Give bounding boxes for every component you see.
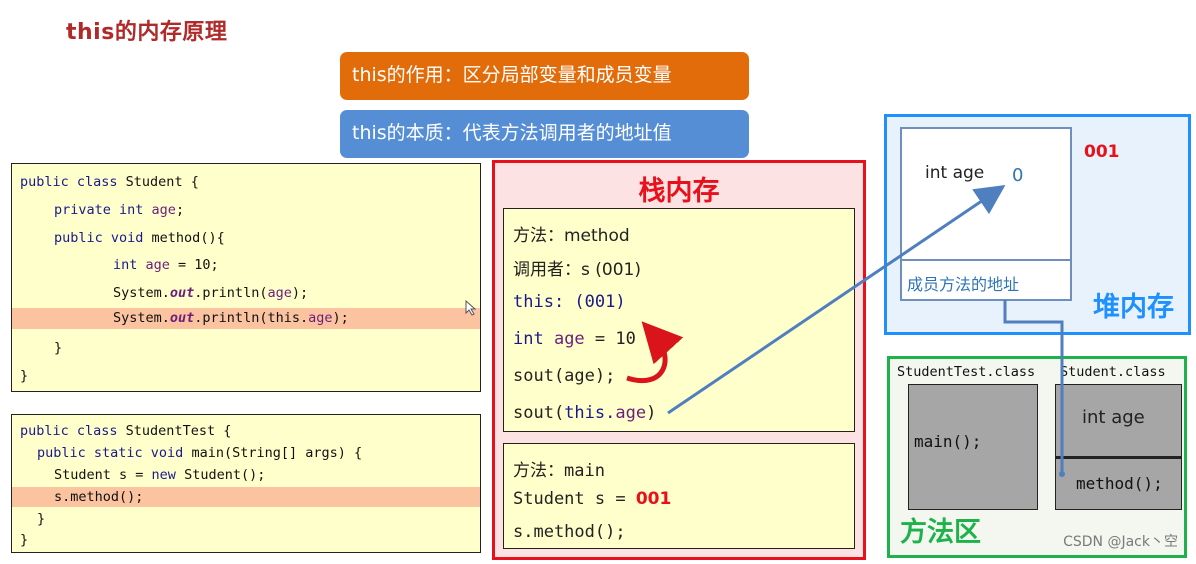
code-line: private int age; <box>54 202 185 218</box>
code-line: public class Student { <box>20 174 199 190</box>
code-line: public void method(){ <box>54 230 225 246</box>
frame-sout-age-line: sout(age); <box>513 366 616 386</box>
code-line: System.out.println(age); <box>113 285 309 301</box>
student-class-method-box: method(); <box>1055 457 1182 510</box>
studenttest-class-box: main(); <box>908 384 1038 510</box>
object-divider <box>902 259 1070 261</box>
method-area-title: 方法区 <box>900 517 981 548</box>
method-address-label: 成员方法的地址 <box>907 275 1020 294</box>
student-test-class-code: public class StudentTest { public static… <box>11 414 481 553</box>
page-title: this的内存原理 <box>66 20 228 45</box>
field-value: 0 <box>1012 165 1024 186</box>
code-line: } <box>37 511 46 527</box>
class-name: StudentTest.class <box>897 364 1036 380</box>
this-purpose-callout: this的作用：区分局部变量和成员变量 <box>340 52 749 100</box>
frame-this-line: this: (001) <box>513 292 626 312</box>
class-name: Student.class <box>1060 364 1166 380</box>
frame-student-var-line: Student s = 001 <box>513 489 672 509</box>
code-line: } <box>20 368 29 384</box>
code-line: int age = 10; <box>113 257 219 273</box>
class-member: int age <box>1082 407 1145 428</box>
code-line: } <box>54 340 63 356</box>
code-line-highlighted: s.method(); <box>12 487 480 507</box>
frame-call-line: s.method(); <box>513 522 626 542</box>
code-line-highlighted: System.out.println(this.age); <box>12 308 480 329</box>
mouse-cursor-icon <box>465 300 477 316</box>
student-class-code: public class Student { private int age; … <box>11 163 481 392</box>
frame-caller-label: 调用者：s (001) <box>513 260 641 280</box>
stack-memory-title: 栈内存 <box>638 176 720 207</box>
frame-int-age-line: int age = 10 <box>513 329 636 349</box>
student-object: int age 0 成员方法的地址 <box>900 127 1072 301</box>
main-stack-frame: 方法：main Student s = 001 s.method(); <box>503 443 855 549</box>
frame-sout-this-age-line: sout(this.age) <box>513 403 657 423</box>
frame-method-label: 方法：method <box>513 226 630 246</box>
class-member: method(); <box>1076 474 1163 493</box>
stack-memory-panel: 栈内存 方法：method 调用者：s (001) this: (001) in… <box>492 160 866 560</box>
heap-memory-panel: int age 0 成员方法的地址 001 堆内存 <box>884 114 1191 335</box>
object-address: 001 <box>1084 142 1120 162</box>
address-value: 001 <box>635 489 672 509</box>
code-line: public class StudentTest { <box>20 423 232 439</box>
frame-method-label: 方法：main <box>513 461 605 481</box>
method-stack-frame: 方法：method 调用者：s (001) this: (001) int ag… <box>503 208 855 432</box>
code-line: } <box>20 532 29 548</box>
method-area-panel: StudentTest.class Student.class main(); … <box>887 356 1187 558</box>
code-line: Student s = new Student(); <box>54 467 266 483</box>
student-class-field-box: int age <box>1055 384 1182 457</box>
heap-memory-title: 堆内存 <box>1093 292 1174 323</box>
watermark: CSDN @Jack丶空 <box>1063 534 1178 550</box>
code-line: public static void main(String[] args) { <box>37 445 363 461</box>
class-member: main(); <box>914 432 982 451</box>
field-label: int age <box>925 163 985 183</box>
this-essence-callout: this的本质：代表方法调用者的地址值 <box>340 110 749 158</box>
